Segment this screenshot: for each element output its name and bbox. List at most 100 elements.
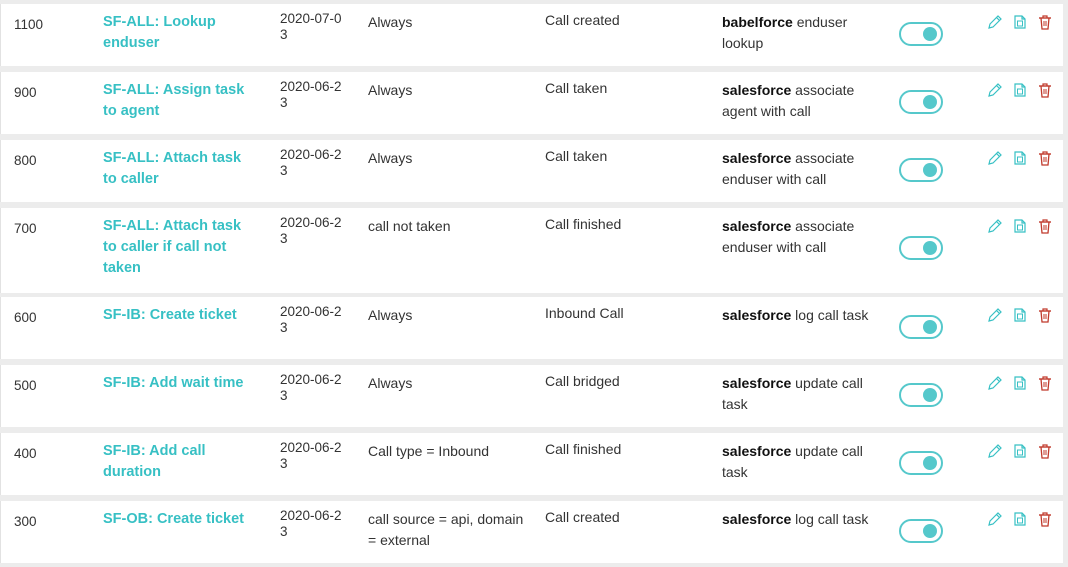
rule-name-link[interactable]: SF-ALL: Attach task to caller [103, 148, 253, 190]
copy-icon[interactable] [1012, 82, 1028, 98]
delete-trash-icon[interactable] [1037, 307, 1053, 323]
rule-name-link[interactable]: SF-ALL: Lookup enduser [103, 12, 253, 54]
rule-priority: 700 [14, 221, 37, 236]
rule-date: 2020-06-23 [280, 440, 342, 471]
rule-date: 2020-06-23 [280, 215, 342, 246]
rule-priority: 400 [14, 446, 37, 461]
rule-name-link[interactable]: SF-IB: Add call duration [103, 441, 253, 483]
edit-pencil-icon[interactable] [987, 82, 1003, 98]
row-actions [987, 150, 1057, 168]
edit-pencil-icon[interactable] [987, 218, 1003, 234]
rule-action: salesforce log call task [722, 305, 882, 326]
rule-action: salesforce associate agent with call [722, 80, 882, 122]
table-row: 300 SF-OB: Create ticket 2020-06-23 call so… [0, 501, 1063, 563]
rule-name-link[interactable]: SF-ALL: Attach task to caller if call no… [103, 216, 253, 279]
action-integration: salesforce [722, 375, 792, 391]
copy-icon[interactable] [1012, 218, 1028, 234]
rule-priority: 300 [14, 514, 37, 529]
rule-action: salesforce associate enduser with call [722, 216, 882, 258]
rule-date: 2020-07-03 [280, 11, 342, 42]
rule-action: salesforce log call task [722, 509, 882, 530]
rule-trigger: Inbound Call [545, 305, 624, 321]
table-row: 400 SF-IB: Add call duration 2020-06-23 Cal… [0, 433, 1063, 495]
rule-priority: 500 [14, 378, 37, 393]
toggle-knob [923, 524, 937, 538]
rule-name-link[interactable]: SF-OB: Create ticket [103, 509, 253, 530]
rule-action: babelforce enduser lookup [722, 12, 882, 54]
action-integration: babelforce [722, 14, 793, 30]
rule-condition: call source = api, domain = external [368, 511, 524, 548]
rule-enabled-toggle[interactable] [899, 315, 943, 339]
rule-trigger: Call created [545, 12, 620, 28]
rule-enabled-toggle[interactable] [899, 451, 943, 475]
edit-pencil-icon[interactable] [987, 150, 1003, 166]
table-row: 900 SF-ALL: Assign task to agent 2020-06-2… [0, 72, 1063, 134]
row-actions [987, 443, 1057, 461]
rule-name-link[interactable]: SF-IB: Add wait time [103, 373, 253, 394]
delete-trash-icon[interactable] [1037, 150, 1053, 166]
rule-action: salesforce update call task [722, 441, 882, 483]
edit-pencil-icon[interactable] [987, 307, 1003, 323]
copy-icon[interactable] [1012, 14, 1028, 30]
rule-date: 2020-06-23 [280, 372, 342, 403]
rule-enabled-toggle[interactable] [899, 519, 943, 543]
action-description: log call task [791, 307, 869, 323]
toggle-knob [923, 456, 937, 470]
action-integration: salesforce [722, 307, 792, 323]
action-description: log call task [791, 511, 869, 527]
rule-condition: Always [368, 82, 413, 98]
rule-enabled-toggle[interactable] [899, 158, 943, 182]
table-row: 600 SF-IB: Create ticket 2020-06-23 Always I… [0, 297, 1063, 359]
toggle-knob [923, 27, 937, 41]
delete-trash-icon[interactable] [1037, 218, 1053, 234]
rule-priority: 600 [14, 310, 37, 325]
copy-icon[interactable] [1012, 511, 1028, 527]
edit-pencil-icon[interactable] [987, 375, 1003, 391]
rule-trigger: Call finished [545, 441, 622, 457]
rule-trigger: Call bridged [545, 373, 620, 389]
action-integration: salesforce [722, 511, 792, 527]
rule-name-link[interactable]: SF-ALL: Assign task to agent [103, 80, 253, 122]
rule-priority: 900 [14, 85, 37, 100]
copy-icon[interactable] [1012, 375, 1028, 391]
rule-enabled-toggle[interactable] [899, 383, 943, 407]
action-integration: salesforce [722, 443, 792, 459]
delete-trash-icon[interactable] [1037, 14, 1053, 30]
toggle-knob [923, 163, 937, 177]
edit-pencil-icon[interactable] [987, 443, 1003, 459]
rule-date: 2020-06-23 [280, 508, 342, 539]
row-actions [987, 82, 1057, 100]
rule-name-link[interactable]: SF-IB: Create ticket [103, 305, 253, 326]
table-row: 700 SF-ALL: Attach task to caller if call… [0, 208, 1063, 293]
delete-trash-icon[interactable] [1037, 82, 1053, 98]
copy-icon[interactable] [1012, 307, 1028, 323]
toggle-knob [923, 241, 937, 255]
delete-trash-icon[interactable] [1037, 511, 1053, 527]
table-row: 800 SF-ALL: Attach task to caller 2020-06-… [0, 140, 1063, 202]
rule-trigger: Call taken [545, 80, 608, 96]
edit-pencil-icon[interactable] [987, 14, 1003, 30]
table-row: 500 SF-IB: Add wait time 2020-06-23 Always C… [0, 365, 1063, 427]
rule-condition: call not taken [368, 218, 451, 234]
row-actions [987, 218, 1057, 236]
action-integration: salesforce [722, 150, 792, 166]
rule-trigger: Call created [545, 509, 620, 525]
copy-icon[interactable] [1012, 150, 1028, 166]
rule-condition: Always [368, 150, 413, 166]
rule-enabled-toggle[interactable] [899, 22, 943, 46]
rule-enabled-toggle[interactable] [899, 90, 943, 114]
rule-enabled-toggle[interactable] [899, 236, 943, 260]
rule-trigger: Call finished [545, 216, 622, 232]
toggle-knob [923, 320, 937, 334]
edit-pencil-icon[interactable] [987, 511, 1003, 527]
toggle-knob [923, 388, 937, 402]
row-actions [987, 14, 1057, 32]
rule-date: 2020-06-23 [280, 79, 342, 110]
toggle-knob [923, 95, 937, 109]
action-integration: salesforce [722, 82, 792, 98]
delete-trash-icon[interactable] [1037, 375, 1053, 391]
copy-icon[interactable] [1012, 443, 1028, 459]
delete-trash-icon[interactable] [1037, 443, 1053, 459]
rule-date: 2020-06-23 [280, 304, 342, 335]
rule-action: salesforce update call task [722, 373, 882, 415]
